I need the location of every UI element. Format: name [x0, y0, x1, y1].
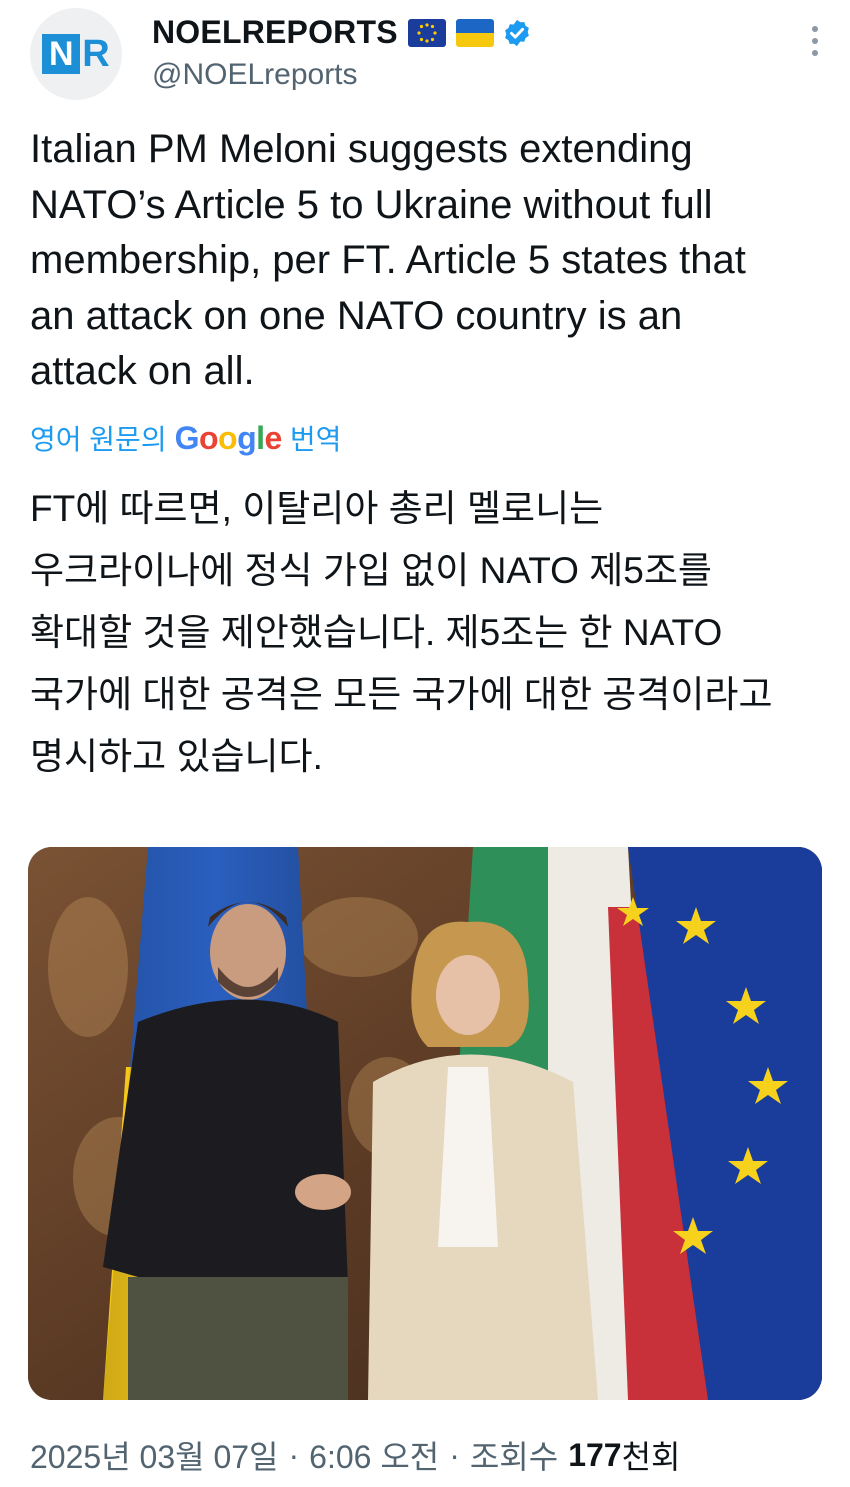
tweet-photo[interactable] — [28, 847, 822, 1400]
logo-letter-r: R — [82, 33, 110, 75]
name-row: NOELREPORTS — [152, 14, 532, 51]
verified-badge-icon — [504, 19, 529, 46]
translate-suffix: 번역 — [289, 424, 342, 455]
avatar[interactable]: N R — [30, 8, 122, 100]
tweet-header: N R NOELREPORTS @NOELreports — [30, 8, 820, 103]
views-label: 조회수 — [469, 1439, 559, 1475]
tweet-date: 2025년 03월 07일 — [30, 1439, 279, 1475]
tweet-time: 6:06 오전 — [309, 1439, 440, 1475]
noelreports-logo: N R — [42, 33, 110, 75]
more-options-icon[interactable] — [810, 26, 820, 62]
user-handle[interactable]: @NOELreports — [152, 58, 358, 92]
tweet-meta: 2025년 03월 07일 · 6:06 오전 · 조회수 177 천회 — [30, 1432, 680, 1478]
ukraine-flag-icon — [455, 18, 494, 47]
translated-text: FT에 따르면, 이탈리아 총리 멜로니는 우크라이나에 정식 가입 없이 NA… — [30, 488, 773, 777]
eu-flag-icon — [407, 18, 446, 47]
separator-1: · — [288, 1436, 300, 1473]
translate-prefix: 영어 원문의 — [30, 424, 167, 455]
views-unit: 천회 — [621, 1439, 681, 1475]
photo-illustration — [28, 847, 822, 1400]
display-name[interactable]: NOELREPORTS — [152, 14, 398, 51]
logo-letter-n: N — [42, 34, 81, 74]
separator-2: · — [449, 1436, 460, 1473]
google-logo: Google — [174, 419, 283, 456]
translate-link[interactable]: 영어 원문의 Google 번역 — [30, 418, 341, 458]
views-count: 177 — [568, 1436, 622, 1473]
tweet-text: Italian PM Meloni suggests extending NAT… — [30, 127, 746, 393]
